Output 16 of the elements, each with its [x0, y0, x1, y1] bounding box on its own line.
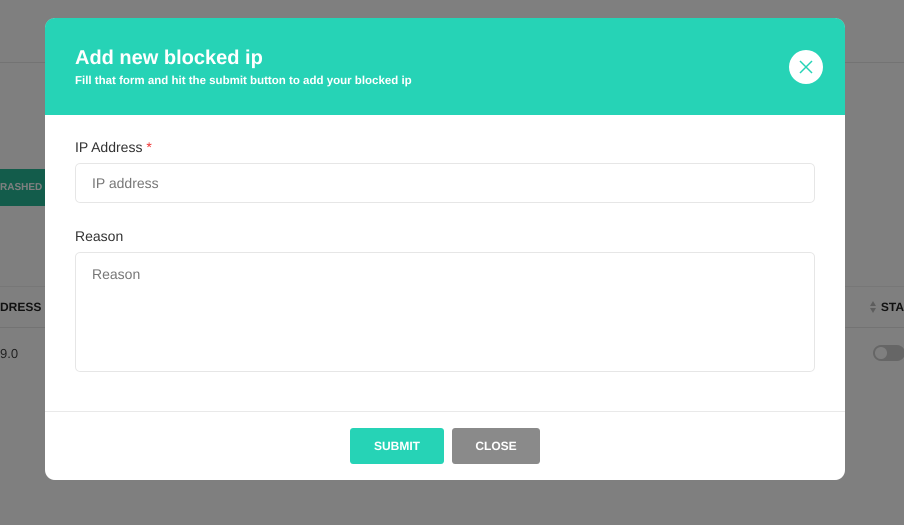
ip-address-field[interactable]: IP address	[75, 163, 815, 203]
column-header[interactable]: STA	[880, 300, 904, 314]
reason-field[interactable]: Reason	[75, 252, 815, 372]
toggle-switch[interactable]	[873, 345, 904, 361]
filter-tag[interactable]: RASHED	[0, 169, 45, 206]
field-label: Reason	[75, 228, 124, 244]
close-icon	[799, 60, 813, 74]
sort-icon[interactable]	[870, 301, 876, 313]
close-button[interactable]	[789, 50, 823, 84]
close-button[interactable]: CLOSE	[452, 428, 540, 464]
dialog-subtitle: Fill that form and hit the submit button to add your blocked ip	[75, 74, 412, 86]
field-label: IP Address *	[75, 139, 152, 155]
submit-button[interactable]: SUBMIT	[350, 428, 444, 464]
table-cell: 9.0	[0, 346, 18, 360]
column-header[interactable]: DRESS	[0, 300, 42, 314]
dialog-title: Add new blocked ip	[75, 46, 264, 70]
